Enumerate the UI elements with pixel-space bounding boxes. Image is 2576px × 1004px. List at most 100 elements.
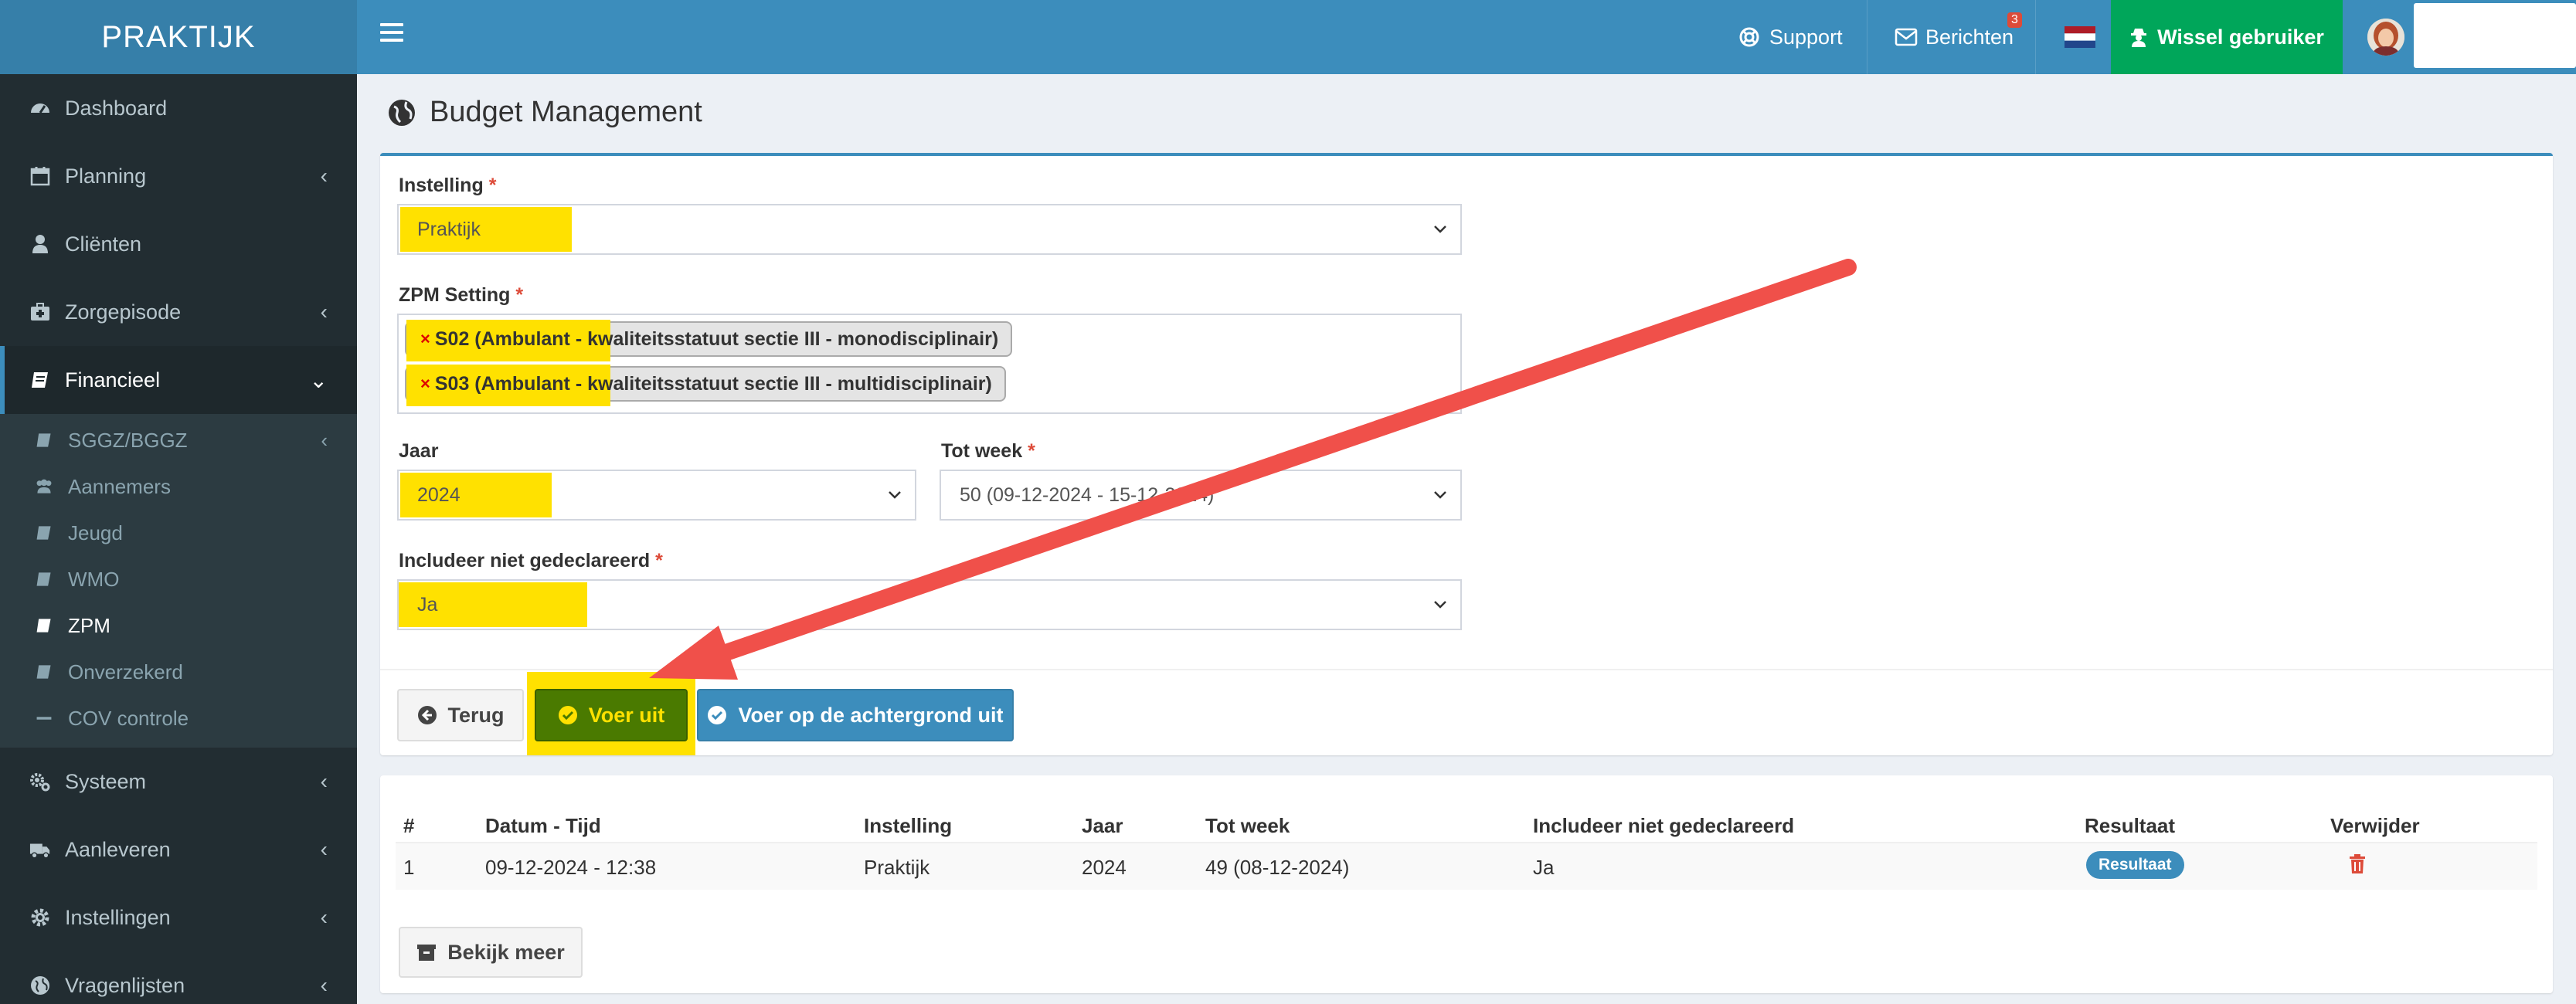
table-header: Jaar (1082, 814, 1123, 837)
remove-tag-icon[interactable]: × (420, 329, 430, 349)
submenu-item-label: Aannemers (68, 474, 171, 498)
globe-icon (389, 99, 415, 126)
run-button[interactable]: Voer uit (535, 689, 688, 741)
lifebuoy-icon (1739, 27, 1759, 47)
sidebar-item-zorgepisode[interactable]: Zorgepisode ‹ (0, 278, 357, 346)
user-icon (29, 233, 51, 255)
dashboard-icon (29, 97, 51, 119)
sidebar-item-systeem[interactable]: Systeem ‹ (0, 748, 357, 816)
submenu-item-cov-controle[interactable]: COV controle (0, 695, 357, 741)
includeer-select[interactable]: Ja (397, 579, 1462, 630)
sidebar-item-vragenlijsten[interactable]: Vragenlijsten ‹ (0, 951, 357, 1004)
instelling-select[interactable]: Praktijk (397, 204, 1462, 255)
submenu-item-aannemers[interactable]: Aannemers (0, 463, 357, 510)
chevron-down-icon (1434, 226, 1446, 233)
sidebar-item-label: Planning (65, 164, 147, 188)
arrow-circle-left-icon (417, 706, 437, 724)
table-cell: 2024 (1082, 856, 1127, 879)
remove-tag-icon[interactable]: × (420, 374, 430, 394)
tot-week-select[interactable]: 50 (09-12-2024 - 15-12-2024) (940, 470, 1462, 521)
sidebar-item-aanleveren[interactable]: Aanleveren ‹ (0, 816, 357, 884)
sidebar-item-dashboard[interactable]: Dashboard (0, 74, 357, 142)
sidebar-item-label: Instellingen (65, 905, 171, 929)
archive-icon (417, 945, 437, 961)
trash-icon[interactable] (2349, 854, 2366, 874)
switch-user-label: Wissel gebruiker (2157, 25, 2324, 49)
book-icon (34, 662, 54, 682)
support-label: Support (1769, 25, 1843, 49)
table-header: Verwijder (2330, 814, 2420, 837)
sidebar-item-financieel[interactable]: Financieel ⌄ (0, 346, 357, 414)
sidebar-item-clienten[interactable]: Cliënten (0, 210, 357, 278)
table-header: Datum - Tijd (485, 814, 601, 837)
zpm-setting-label: ZPM Setting * (399, 284, 524, 306)
back-button[interactable]: Terug (397, 689, 524, 741)
chevron-left-icon: ‹ (320, 300, 328, 324)
sidebar-item-label: Cliënten (65, 232, 142, 256)
tot-week-label: Tot week * (941, 440, 1035, 462)
submenu-item-onverzekerd[interactable]: Onverzekerd (0, 649, 357, 695)
support-link[interactable]: Support (1738, 0, 1843, 74)
chevron-left-icon: ‹ (320, 164, 328, 188)
book-icon (34, 430, 54, 450)
chevron-down-icon: ⌄ (309, 368, 328, 392)
medkit-icon (29, 301, 51, 323)
language-flag-nl[interactable] (2065, 0, 2095, 74)
table-cell: 1 (403, 856, 415, 879)
jaar-value: 2024 (417, 483, 460, 506)
sidebar-item-planning[interactable]: Planning ‹ (0, 142, 357, 210)
dutch-flag-icon (2065, 26, 2095, 48)
table-header: # (403, 814, 415, 837)
zpm-tag-s02[interactable]: × S02 (Ambulant - kwaliteitsstatuut sect… (405, 320, 1013, 361)
chevron-down-icon (1434, 491, 1446, 499)
submenu-item-zpm[interactable]: ZPM (0, 602, 357, 649)
sidebar-item-instellingen[interactable]: Instellingen ‹ (0, 884, 357, 951)
users-icon (34, 477, 54, 497)
top-header: Support Berichten 3 Wissel gebruiker (357, 0, 2576, 74)
user-menu[interactable] (2414, 3, 2576, 68)
zpm-tag-s03[interactable]: × S03 (Ambulant - kwaliteitsstatuut sect… (405, 365, 1006, 406)
table-header: Resultaat (2085, 814, 2176, 837)
table-header: Instelling (864, 814, 953, 837)
tot-week-value: 50 (09-12-2024 - 15-12-2024) (960, 483, 1215, 506)
table-cell: 09-12-2024 - 12:38 (485, 856, 657, 879)
jaar-select[interactable]: 2024 (397, 470, 916, 521)
messages-label: Berichten (1925, 25, 2014, 49)
messages-link[interactable]: Berichten (1895, 0, 2014, 74)
view-more-button[interactable]: Bekijk meer (399, 927, 583, 978)
minus-icon (34, 708, 54, 728)
switch-user-button[interactable]: Wissel gebruiker (2111, 0, 2343, 74)
chevron-left-icon: ‹ (320, 905, 328, 929)
submenu-item-label: Jeugd (68, 521, 123, 544)
book-icon (34, 616, 54, 636)
main-content: Budget Management Instelling * Praktijk … (357, 74, 2576, 1004)
check-circle-icon (708, 706, 727, 724)
page-title-text: Budget Management (430, 96, 702, 128)
submenu-item-sggz-bggz[interactable]: SGGZ/BGGZ ‹ (0, 417, 357, 463)
table-row (396, 842, 2537, 890)
check-circle-icon (558, 706, 577, 724)
globe-icon (29, 975, 51, 996)
sidebar-item-label: Financieel (65, 368, 161, 392)
gear-icon (29, 907, 51, 928)
menu-toggle-icon[interactable] (380, 23, 403, 46)
sidebar-item-label: Dashboard (65, 96, 168, 120)
result-badge[interactable]: Resultaat (2086, 851, 2184, 879)
truck-icon (29, 839, 51, 860)
sidebar-item-label: Systeem (65, 769, 147, 793)
book-icon (29, 369, 51, 391)
chevron-left-icon: ‹ (320, 837, 328, 861)
submenu-item-jeugd[interactable]: Jeugd (0, 510, 357, 556)
jaar-label: Jaar (399, 440, 439, 462)
envelope-icon (1895, 28, 1918, 46)
budget-form-box: Instelling * Praktijk ZPM Setting * × S0… (380, 153, 2553, 755)
submenu-item-label: SGGZ/BGGZ (68, 428, 188, 452)
submenu-item-label: Onverzekerd (68, 660, 183, 683)
avatar[interactable] (2367, 19, 2404, 56)
book-icon (34, 523, 54, 543)
app-logo[interactable]: PRAKTIJK (0, 0, 357, 74)
submenu-item-label: WMO (68, 567, 120, 591)
submenu-item-wmo[interactable]: WMO (0, 556, 357, 602)
table-header: Tot week (1205, 814, 1290, 837)
run-background-button[interactable]: Voer op de achtergrond uit (697, 689, 1014, 741)
